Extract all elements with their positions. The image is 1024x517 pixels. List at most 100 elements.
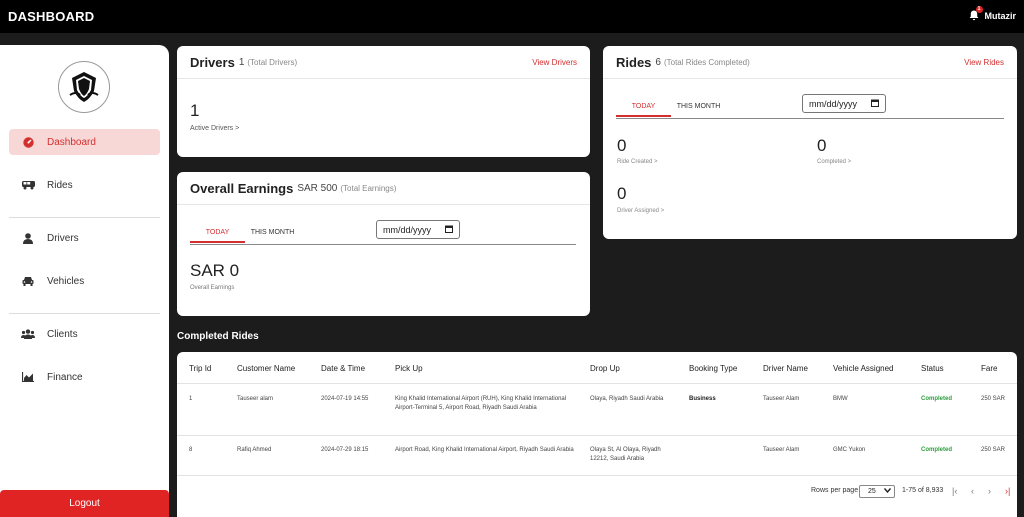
cell-trip-id: 1 <box>189 396 193 402</box>
column-header: Vehicle Assigned <box>833 364 894 373</box>
date-placeholder: mm/dd/yyyy <box>809 98 858 109</box>
date-placeholder: mm/dd/yyyy <box>383 224 432 235</box>
sidebar-item-label: Clients <box>47 328 78 340</box>
ride-created-link[interactable]: Ride Created > <box>617 159 658 165</box>
bell-icon[interactable]: 1 <box>969 6 983 21</box>
earnings-tabs: TODAY THIS MONTH <box>190 223 300 243</box>
cell-pickup: Airport Road, King Khalid International … <box>395 447 574 453</box>
card-header: Rides 6 (Total Rides Completed) View Rid… <box>603 46 1017 79</box>
earnings-card: Overall Earnings SAR 500 (Total Earnings… <box>177 172 590 316</box>
cell-dropoff: Olaya St, Al Olaya, Riyadh 12212, Saudi … <box>590 447 661 462</box>
rows-per-page-select[interactable]: 25 <box>859 485 895 498</box>
column-header: Date & Time <box>321 364 366 373</box>
column-header: Booking Type <box>689 364 738 373</box>
prev-page-icon[interactable]: ‹ <box>971 486 974 496</box>
chevron-down-icon <box>883 488 892 495</box>
sidebar-item-clients[interactable]: Clients <box>9 321 160 347</box>
completed-rides-table: Trip Id Customer Name Date & Time Pick U… <box>177 352 1017 517</box>
completed-value: 0 <box>817 136 827 155</box>
earnings-label: Overall Earnings <box>190 285 235 291</box>
user-name[interactable]: Mutazir <box>985 11 1017 21</box>
dashboard-icon <box>21 136 35 148</box>
drivers-card: Drivers 1 (Total Drivers) View Drivers 1… <box>177 46 590 157</box>
shield-logo-icon <box>69 72 99 102</box>
driver-assigned-link[interactable]: Driver Assigned > <box>617 208 664 214</box>
row-divider <box>177 475 1017 476</box>
cell-fare: 250 SAR <box>981 396 1006 402</box>
status-badge: Completed <box>921 447 953 453</box>
first-page-icon[interactable]: |‹ <box>952 486 957 496</box>
cell-datetime: 2024-07-19 14:55 <box>321 396 369 402</box>
logout-button[interactable]: Logout <box>0 490 169 517</box>
notification-badge: 1 <box>975 6 983 13</box>
row-divider <box>177 435 1017 436</box>
logo <box>58 61 110 113</box>
view-drivers-link[interactable]: View Drivers <box>532 58 577 67</box>
card-title: Rides <box>616 54 652 70</box>
cell-driver: Tauseer Alam <box>763 396 800 402</box>
cell-booking-type: Business <box>689 396 716 402</box>
group-icon <box>21 328 35 340</box>
tab-underline <box>190 244 576 245</box>
last-page-icon[interactable]: ›| <box>1005 486 1010 496</box>
cell-pickup: King Khalid International Airport (RUH),… <box>395 396 567 411</box>
view-rides-link[interactable]: View Rides <box>964 58 1004 67</box>
sidebar-item-label: Drivers <box>47 232 79 244</box>
tab-today[interactable]: TODAY <box>190 223 245 243</box>
person-icon <box>21 232 35 244</box>
chart-icon <box>21 371 35 383</box>
cell-fare: 250 SAR <box>981 447 1006 453</box>
sidebar-item-label: Vehicles <box>47 275 85 287</box>
column-header: Driver Name <box>763 364 808 373</box>
sidebar-item-label: Finance <box>47 371 83 383</box>
cell-trip-id: 8 <box>189 447 193 453</box>
car-icon <box>21 275 35 287</box>
cell-customer: Tauseer alam <box>237 396 274 402</box>
card-count: 6 <box>655 56 661 68</box>
column-header: Drop Up <box>590 364 620 373</box>
cell-datetime: 2024-07-29 18:15 <box>321 447 369 453</box>
sidebar-item-label: Dashboard <box>47 136 96 148</box>
sidebar-item-drivers[interactable]: Drivers <box>9 225 160 251</box>
sidebar: Dashboard Rides Drivers Vehicles Clients… <box>0 45 169 517</box>
app-title: DASHBOARD <box>8 9 95 24</box>
sidebar-item-finance[interactable]: Finance <box>9 364 160 390</box>
card-subtitle: (Total Rides Completed) <box>663 57 750 67</box>
active-drivers-link[interactable]: Active Drivers > <box>190 125 239 132</box>
user-area[interactable]: 1 Mutazir <box>969 6 1017 21</box>
tab-this-month[interactable]: THIS MONTH <box>245 223 300 243</box>
cell-dropoff: Olaya, Riyadh Saudi Arabia <box>590 396 664 402</box>
completed-rides-title: Completed Rides <box>177 331 259 342</box>
divider <box>9 313 160 314</box>
ride-created-value: 0 <box>617 136 627 155</box>
sidebar-item-vehicles[interactable]: Vehicles <box>9 268 160 294</box>
tab-this-month[interactable]: THIS MONTH <box>671 97 726 117</box>
card-header: Overall Earnings SAR 500 (Total Earnings… <box>177 172 590 205</box>
column-header: Status <box>921 364 944 373</box>
completed-link[interactable]: Completed > <box>817 159 851 165</box>
rides-tabs: TODAY THIS MONTH <box>616 97 726 117</box>
sidebar-item-dashboard[interactable]: Dashboard <box>9 129 160 155</box>
cell-vehicle: GMC Yukon <box>833 447 866 453</box>
top-bar: DASHBOARD 1 Mutazir <box>0 0 1024 33</box>
calendar-icon[interactable] <box>445 225 453 235</box>
rides-date-input[interactable]: mm/dd/yyyy <box>802 94 886 113</box>
next-page-icon[interactable]: › <box>988 486 991 496</box>
cell-customer: Rafiq Ahmed <box>237 447 272 453</box>
rides-card: Rides 6 (Total Rides Completed) View Rid… <box>603 46 1017 239</box>
card-subtitle: (Total Earnings) <box>340 183 397 193</box>
card-count: SAR 500 <box>297 182 338 194</box>
tab-today[interactable]: TODAY <box>616 97 671 117</box>
card-subtitle: (Total Drivers) <box>247 57 298 67</box>
column-header: Pick Up <box>395 364 423 373</box>
earnings-date-input[interactable]: mm/dd/yyyy <box>376 220 460 239</box>
sidebar-item-rides[interactable]: Rides <box>9 172 160 198</box>
tab-underline <box>616 118 1004 119</box>
column-header: Fare <box>981 364 998 373</box>
header-divider <box>177 383 1017 384</box>
card-title: Overall Earnings <box>190 180 294 196</box>
card-count: 1 <box>238 56 245 68</box>
calendar-icon[interactable] <box>871 99 879 109</box>
divider <box>9 217 160 218</box>
active-drivers-value: 1 <box>190 101 200 120</box>
